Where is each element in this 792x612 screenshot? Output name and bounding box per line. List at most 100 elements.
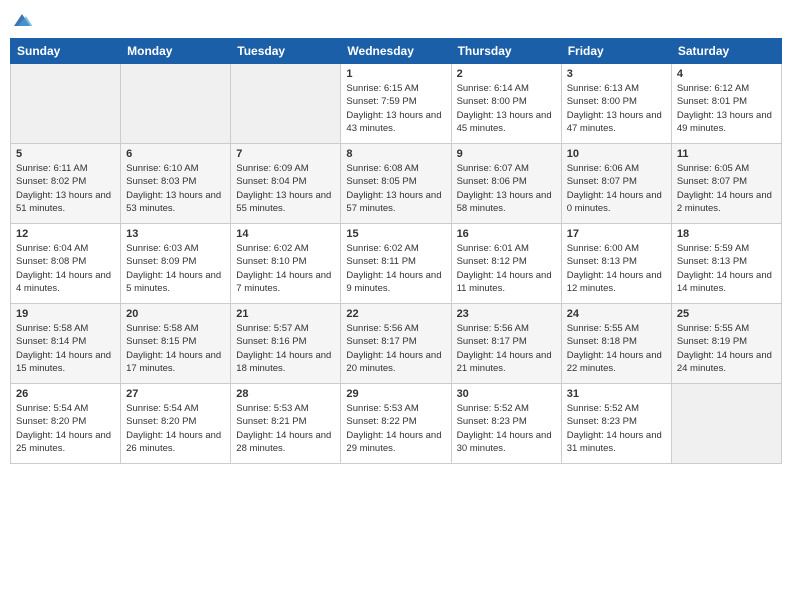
cell-info: Sunrise: 5:56 AM Sunset: 8:17 PM Dayligh… (457, 322, 556, 375)
cell-info: Sunrise: 6:01 AM Sunset: 8:12 PM Dayligh… (457, 242, 556, 295)
calendar-week-row: 1 Sunrise: 6:15 AM Sunset: 7:59 PM Daylig… (11, 64, 782, 144)
cell-info: Sunrise: 6:02 AM Sunset: 8:10 PM Dayligh… (236, 242, 335, 295)
logo-icon (10, 10, 34, 30)
calendar-cell: 22 Sunrise: 5:56 AM Sunset: 8:17 PM Dayli… (341, 304, 451, 384)
day-number: 22 (346, 308, 445, 320)
day-number: 4 (677, 68, 776, 80)
day-number: 14 (236, 228, 335, 240)
day-number: 6 (126, 148, 225, 160)
day-number: 2 (457, 68, 556, 80)
weekday-header-tuesday: Tuesday (231, 39, 341, 64)
calendar-cell: 30 Sunrise: 5:52 AM Sunset: 8:23 PM Dayli… (451, 384, 561, 464)
day-number: 15 (346, 228, 445, 240)
cell-info: Sunrise: 6:14 AM Sunset: 8:00 PM Dayligh… (457, 82, 556, 135)
cell-info: Sunrise: 5:52 AM Sunset: 8:23 PM Dayligh… (567, 402, 666, 455)
calendar-cell (231, 64, 341, 144)
cell-info: Sunrise: 5:52 AM Sunset: 8:23 PM Dayligh… (457, 402, 556, 455)
cell-info: Sunrise: 6:13 AM Sunset: 8:00 PM Dayligh… (567, 82, 666, 135)
day-number: 16 (457, 228, 556, 240)
day-number: 27 (126, 388, 225, 400)
header (10, 10, 782, 30)
calendar-week-row: 26 Sunrise: 5:54 AM Sunset: 8:20 PM Dayli… (11, 384, 782, 464)
calendar-cell: 27 Sunrise: 5:54 AM Sunset: 8:20 PM Dayli… (121, 384, 231, 464)
cell-info: Sunrise: 6:12 AM Sunset: 8:01 PM Dayligh… (677, 82, 776, 135)
weekday-header-thursday: Thursday (451, 39, 561, 64)
day-number: 3 (567, 68, 666, 80)
calendar-cell: 5 Sunrise: 6:11 AM Sunset: 8:02 PM Daylig… (11, 144, 121, 224)
cell-info: Sunrise: 6:07 AM Sunset: 8:06 PM Dayligh… (457, 162, 556, 215)
calendar-cell: 12 Sunrise: 6:04 AM Sunset: 8:08 PM Dayli… (11, 224, 121, 304)
day-number: 11 (677, 148, 776, 160)
day-number: 5 (16, 148, 115, 160)
calendar-cell: 11 Sunrise: 6:05 AM Sunset: 8:07 PM Dayli… (671, 144, 781, 224)
day-number: 30 (457, 388, 556, 400)
calendar-cell: 26 Sunrise: 5:54 AM Sunset: 8:20 PM Dayli… (11, 384, 121, 464)
day-number: 17 (567, 228, 666, 240)
day-number: 1 (346, 68, 445, 80)
calendar-cell: 7 Sunrise: 6:09 AM Sunset: 8:04 PM Daylig… (231, 144, 341, 224)
cell-info: Sunrise: 6:05 AM Sunset: 8:07 PM Dayligh… (677, 162, 776, 215)
calendar-cell: 10 Sunrise: 6:06 AM Sunset: 8:07 PM Dayli… (561, 144, 671, 224)
calendar-cell: 19Sunrise: 5:58 AM Sunset: 8:14 PM Dayli… (11, 304, 121, 384)
calendar-cell: 9Sunrise: 6:07 AM Sunset: 8:06 PM Daylig… (451, 144, 561, 224)
logo (10, 10, 38, 30)
cell-info: Sunrise: 6:00 AM Sunset: 8:13 PM Dayligh… (567, 242, 666, 295)
calendar-cell (121, 64, 231, 144)
weekday-header-monday: Monday (121, 39, 231, 64)
calendar-cell: 17 Sunrise: 6:00 AM Sunset: 8:13 PM Dayli… (561, 224, 671, 304)
calendar-cell (11, 64, 121, 144)
cell-info: Sunrise: 5:53 AM Sunset: 8:21 PM Dayligh… (236, 402, 335, 455)
cell-info: Sunrise: 5:55 AM Sunset: 8:18 PM Dayligh… (567, 322, 666, 375)
day-number: 25 (677, 308, 776, 320)
day-number: 23 (457, 308, 556, 320)
day-number: 19 (16, 308, 115, 320)
weekday-header-sunday: Sunday (11, 39, 121, 64)
cell-info: Sunrise: 6:06 AM Sunset: 8:07 PM Dayligh… (567, 162, 666, 215)
cell-info: Sunrise: 5:56 AM Sunset: 8:17 PM Dayligh… (346, 322, 445, 375)
calendar-cell: 24Sunrise: 5:55 AM Sunset: 8:18 PM Dayli… (561, 304, 671, 384)
day-number: 21 (236, 308, 335, 320)
cell-info: Sunrise: 5:57 AM Sunset: 8:16 PM Dayligh… (236, 322, 335, 375)
calendar-cell: 18 Sunrise: 5:59 AM Sunset: 8:13 PM Dayli… (671, 224, 781, 304)
cell-info: Sunrise: 5:54 AM Sunset: 8:20 PM Dayligh… (126, 402, 225, 455)
calendar-cell: 23 Sunrise: 5:56 AM Sunset: 8:17 PM Dayli… (451, 304, 561, 384)
calendar-table: SundayMondayTuesdayWednesdayThursdayFrid… (10, 38, 782, 464)
day-number: 10 (567, 148, 666, 160)
day-number: 28 (236, 388, 335, 400)
day-number: 18 (677, 228, 776, 240)
calendar-cell: 21 Sunrise: 5:57 AM Sunset: 8:16 PM Dayli… (231, 304, 341, 384)
cell-info: Sunrise: 6:11 AM Sunset: 8:02 PM Dayligh… (16, 162, 115, 215)
cell-info: Sunrise: 6:04 AM Sunset: 8:08 PM Dayligh… (16, 242, 115, 295)
calendar-week-row: 19Sunrise: 5:58 AM Sunset: 8:14 PM Dayli… (11, 304, 782, 384)
cell-info: Sunrise: 5:59 AM Sunset: 8:13 PM Dayligh… (677, 242, 776, 295)
calendar-cell: 1 Sunrise: 6:15 AM Sunset: 7:59 PM Daylig… (341, 64, 451, 144)
calendar-cell: 13 Sunrise: 6:03 AM Sunset: 8:09 PM Dayli… (121, 224, 231, 304)
calendar-cell: 2 Sunrise: 6:14 AM Sunset: 8:00 PM Daylig… (451, 64, 561, 144)
cell-info: Sunrise: 6:08 AM Sunset: 8:05 PM Dayligh… (346, 162, 445, 215)
day-number: 8 (346, 148, 445, 160)
calendar-week-row: 5 Sunrise: 6:11 AM Sunset: 8:02 PM Daylig… (11, 144, 782, 224)
day-number: 7 (236, 148, 335, 160)
calendar-cell: 29Sunrise: 5:53 AM Sunset: 8:22 PM Dayli… (341, 384, 451, 464)
cell-info: Sunrise: 5:58 AM Sunset: 8:15 PM Dayligh… (126, 322, 225, 375)
day-number: 26 (16, 388, 115, 400)
weekday-header-friday: Friday (561, 39, 671, 64)
calendar-cell: 28 Sunrise: 5:53 AM Sunset: 8:21 PM Dayli… (231, 384, 341, 464)
weekday-header-wednesday: Wednesday (341, 39, 451, 64)
cell-info: Sunrise: 6:10 AM Sunset: 8:03 PM Dayligh… (126, 162, 225, 215)
calendar-cell: 31Sunrise: 5:52 AM Sunset: 8:23 PM Dayli… (561, 384, 671, 464)
weekday-header-saturday: Saturday (671, 39, 781, 64)
calendar-cell: 16 Sunrise: 6:01 AM Sunset: 8:12 PM Dayli… (451, 224, 561, 304)
cell-info: Sunrise: 6:15 AM Sunset: 7:59 PM Dayligh… (346, 82, 445, 135)
cell-info: Sunrise: 5:55 AM Sunset: 8:19 PM Dayligh… (677, 322, 776, 375)
calendar-cell: 3 Sunrise: 6:13 AM Sunset: 8:00 PM Daylig… (561, 64, 671, 144)
calendar-cell: 25 Sunrise: 5:55 AM Sunset: 8:19 PM Dayli… (671, 304, 781, 384)
cell-info: Sunrise: 6:03 AM Sunset: 8:09 PM Dayligh… (126, 242, 225, 295)
weekday-header-row: SundayMondayTuesdayWednesdayThursdayFrid… (11, 39, 782, 64)
day-number: 13 (126, 228, 225, 240)
calendar-cell: 4 Sunrise: 6:12 AM Sunset: 8:01 PM Daylig… (671, 64, 781, 144)
cell-info: Sunrise: 6:09 AM Sunset: 8:04 PM Dayligh… (236, 162, 335, 215)
day-number: 12 (16, 228, 115, 240)
calendar-cell: 20Sunrise: 5:58 AM Sunset: 8:15 PM Dayli… (121, 304, 231, 384)
cell-info: Sunrise: 5:54 AM Sunset: 8:20 PM Dayligh… (16, 402, 115, 455)
